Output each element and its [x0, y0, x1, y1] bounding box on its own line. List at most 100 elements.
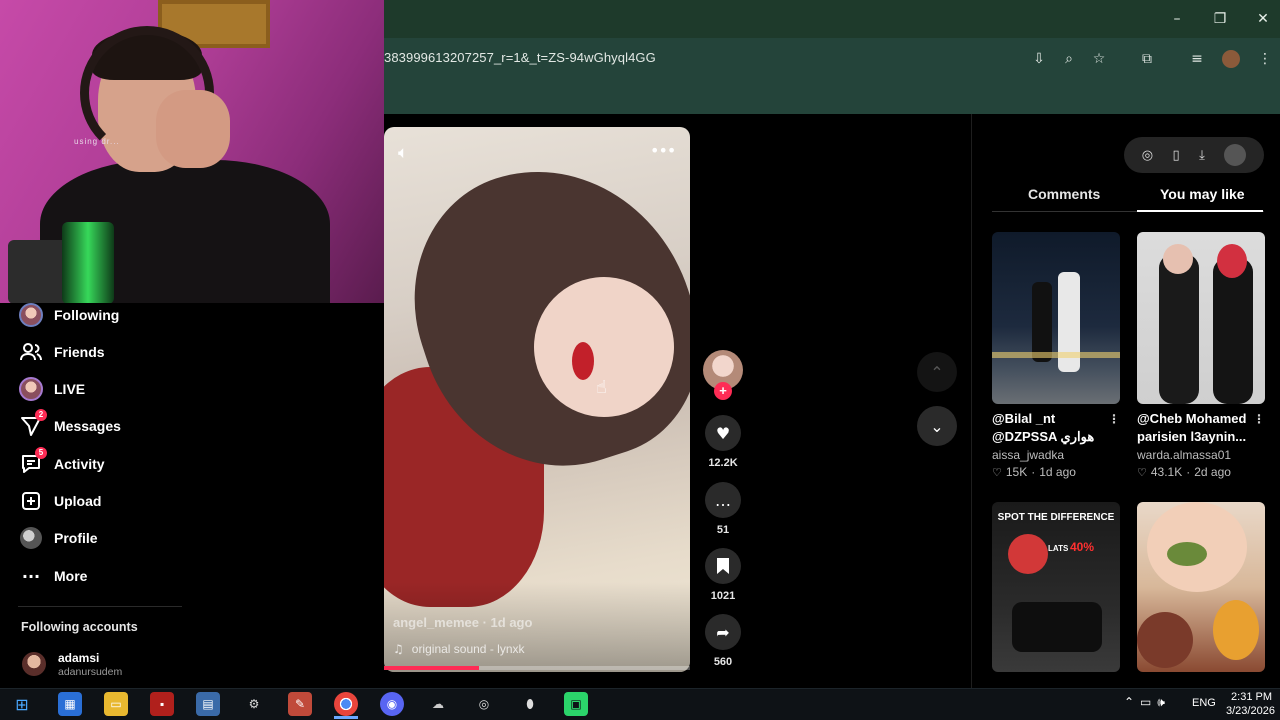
sound-label: original sound - lynxk [411, 642, 525, 656]
tab-you-may-like[interactable]: You may like [1160, 186, 1245, 202]
comment-icon[interactable]: … [705, 482, 741, 518]
follow-plus-button[interactable]: + [714, 382, 732, 400]
minimize-button[interactable]: – [1162, 6, 1192, 32]
hand-cursor-icon: ☝ [596, 377, 607, 398]
sidebar-item-live[interactable]: LIVE [18, 374, 85, 404]
sidebar-item-friends[interactable]: Friends [18, 337, 105, 367]
windows-start-icon[interactable]: ⊞ [10, 692, 34, 716]
recommended-card[interactable]: @Bilal _nt @DZPSSA هواري SAPSDZ...⋮ aiss… [992, 232, 1120, 479]
next-video-button[interactable]: ⌄ [917, 406, 957, 446]
url-text[interactable]: 383999613207257_r=1&_t=ZS-94wGhyql4GG [384, 50, 656, 65]
card-author[interactable]: warda.almassa01 [1137, 448, 1265, 462]
following-accounts-title: Following accounts [21, 620, 138, 634]
video-author[interactable]: angel_memee · 1d ago [393, 615, 532, 630]
sidebar-divider [18, 606, 182, 607]
voicemod-icon[interactable]: ▪ [150, 692, 174, 716]
following-avatar-icon [18, 302, 44, 328]
video-player[interactable] [384, 127, 690, 672]
sidebar-item-following[interactable]: Following [18, 300, 119, 330]
restore-button[interactable]: ❐ [1205, 6, 1235, 32]
active-tab-underline [1137, 210, 1263, 212]
more-options-icon[interactable]: ••• [650, 141, 676, 160]
heart-icon[interactable]: ♥ [705, 415, 741, 451]
card-author[interactable]: aissa_jwadka [992, 448, 1120, 462]
close-window-button[interactable]: ✕ [1248, 6, 1278, 32]
card-title[interactable]: @Bilal _nt @DZPSSA هواري SAPSDZ...⋮ [992, 410, 1120, 446]
discord-icon[interactable]: ◉ [380, 692, 404, 716]
sidebar-item-messages[interactable]: 2 Messages [18, 409, 121, 441]
card-thumbnail[interactable] [1137, 502, 1265, 672]
account-name[interactable]: adamsi [58, 651, 99, 665]
profile-avatar-icon[interactable] [1220, 48, 1242, 70]
volume-icon[interactable]: 🔈︎ [398, 143, 408, 163]
card-thumbnail[interactable] [1137, 232, 1265, 404]
steam-icon[interactable]: ⚙ [242, 692, 266, 716]
compass-icon[interactable]: ◎ [1142, 148, 1153, 163]
sidebar-item-label: Activity [54, 456, 105, 472]
previous-video-button[interactable]: ⌃ [917, 352, 957, 392]
sidebar-item-label: LIVE [54, 381, 86, 397]
store-icon[interactable]: ▦ [58, 692, 82, 716]
card-menu-icon[interactable]: ⋮ [1253, 410, 1265, 428]
comment-action[interactable]: … 51 [703, 482, 743, 536]
media-control-icon[interactable]: ≡ [1186, 48, 1208, 70]
taskbar-date: 3/23/2026 [1226, 705, 1275, 717]
save-action[interactable]: 1021 [703, 548, 743, 602]
card-meta: ♡ 43.1K · 2d ago [1137, 465, 1231, 479]
sidebar-item-upload[interactable]: Upload [18, 486, 101, 516]
card-menu-icon[interactable]: ⋮ [1108, 410, 1120, 428]
account-handle: adanursudem [58, 666, 123, 678]
game-app-icon[interactable]: ▣ [564, 692, 588, 716]
card-title[interactable]: @Cheb Mohamed parisien l3aynin... ⋮ [1137, 410, 1265, 446]
card-thumbnail[interactable] [992, 232, 1120, 404]
live-avatar-icon [18, 376, 44, 402]
device-icon[interactable]: ▯ [1173, 148, 1180, 163]
location-app-icon[interactable]: ◎ [472, 692, 496, 716]
file-explorer-icon[interactable]: ▭ [104, 692, 128, 716]
save-count: 1021 [710, 590, 736, 602]
taskbar-clock[interactable]: 2:31 PM 3/23/2026 [1226, 690, 1275, 718]
profile-avatar-icon[interactable] [1224, 144, 1247, 166]
shield-app-icon[interactable]: ⬮ [518, 692, 542, 716]
recommended-card[interactable]: @Cheb Mohamed parisien l3aynin... ⋮ warda… [1137, 232, 1265, 479]
extensions-icon[interactable]: ⧉ [1136, 48, 1158, 70]
bookmark-star-icon[interactable]: ☆ [1088, 48, 1110, 70]
friends-icon [18, 339, 44, 365]
paint-icon[interactable]: ✎ [288, 692, 312, 716]
webcam-caption: using dr... [74, 137, 120, 146]
thumbnail-overlay-text: SPOT THE DIFFERENCE [997, 512, 1115, 523]
zoom-icon[interactable]: ⌕ [1058, 48, 1080, 70]
sidebar-item-profile[interactable]: Profile [18, 523, 98, 553]
language-indicator[interactable]: ENG [1192, 697, 1216, 709]
messages-badge: 2 [35, 409, 47, 421]
more-dots-icon: ··· [21, 566, 41, 586]
streamer-hand [156, 90, 230, 168]
chrome-icon[interactable] [334, 692, 358, 716]
sidebar-item-more[interactable]: ··· More [18, 561, 88, 591]
control-panel-icon[interactable]: ▤ [196, 692, 220, 716]
share-action[interactable]: ➦ 560 [703, 614, 743, 668]
recommended-card[interactable]: SPOT THE DIFFERENCE LATS 40% [992, 502, 1120, 672]
install-app-icon[interactable]: ⇩ [1028, 48, 1050, 70]
like-action[interactable]: ♥ 12.2K [703, 415, 743, 469]
system-tray-icons[interactable]: ⌃▭🕪︎ [1124, 695, 1171, 710]
tab-comments[interactable]: Comments [1028, 186, 1100, 202]
card-thumbnail[interactable]: SPOT THE DIFFERENCE LATS 40% [992, 502, 1120, 672]
music-note-icon: ♫ [393, 642, 404, 656]
activity-icon: 5 [18, 447, 47, 477]
bookmark-icon[interactable] [705, 548, 741, 584]
share-icon[interactable]: ➦ [705, 614, 741, 650]
recommended-card[interactable] [1137, 502, 1265, 672]
video-sound[interactable]: ♫ original sound - lynxk [393, 642, 525, 656]
video-progress-fill [384, 666, 479, 670]
webcam-overlay: using dr... [0, 0, 384, 303]
heart-outline-icon: ♡ [992, 465, 1002, 479]
download-icon[interactable]: ⤓ [1199, 148, 1205, 163]
chrome-menu-icon[interactable]: ⋮ [1254, 48, 1276, 70]
sidebar-item-activity[interactable]: 5 Activity [18, 447, 105, 479]
like-count: 12.2K [708, 457, 738, 469]
account-avatar[interactable] [22, 652, 46, 676]
bird-app-icon[interactable]: ☁ [426, 692, 450, 716]
video-progress-bar[interactable] [384, 666, 690, 670]
upload-icon [18, 488, 44, 514]
